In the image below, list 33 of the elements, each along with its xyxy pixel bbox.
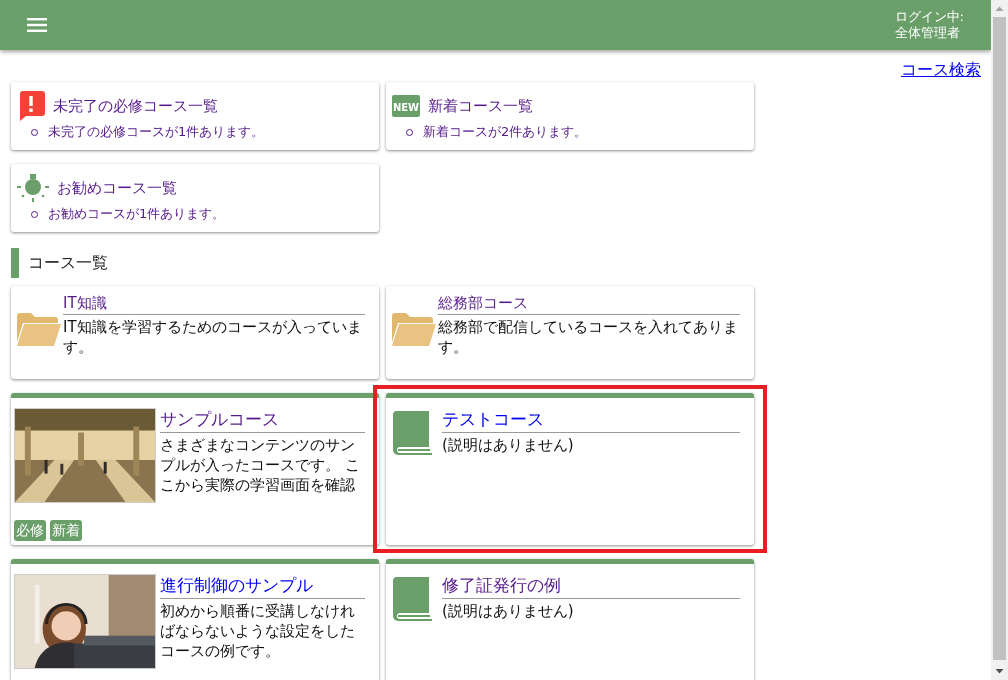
category-description: IT知識を学習するためのコースが入っています。: [63, 317, 363, 357]
course-title-link[interactable]: サンプルコース: [160, 408, 365, 433]
course-search-link[interactable]: コース検索: [901, 60, 981, 80]
course-title-link[interactable]: テストコース: [442, 408, 740, 433]
new-badge-icon: NEW: [392, 95, 420, 117]
course-description: (説明はありません): [442, 435, 575, 455]
course-title-link[interactable]: 修了証発行の例: [442, 574, 740, 599]
alert-icon: [17, 91, 45, 121]
book-icon: [392, 577, 432, 621]
login-label: ログイン中:: [894, 9, 964, 25]
notice-item-link[interactable]: お勧めコースが1件あります。: [48, 205, 226, 223]
folder-icon: [392, 312, 436, 346]
book-icon: [392, 411, 432, 455]
scrollbar[interactable]: [991, 0, 1008, 680]
folder-icon: [17, 312, 61, 346]
menu-icon[interactable]: [27, 17, 47, 33]
course-description: 初めから順番に受講しなければならないような設定をしたコースの例です。: [160, 601, 356, 661]
notice-title-link[interactable]: お勧めコース一覧: [57, 178, 177, 198]
user-name: 全体管理者: [894, 25, 961, 41]
category-description: 総務部で配信しているコースを入れてあります。: [438, 317, 739, 357]
tag-label: 必修: [14, 520, 46, 541]
category-title-link[interactable]: 総務部コース: [438, 294, 740, 315]
course-description: さまざまなコンテンツのサンプルが入ったコースです。 ここから実際の学習画面を確認: [160, 435, 361, 495]
section-heading: コース一覧: [11, 248, 108, 278]
notice-item-link[interactable]: 未完了の必修コースが1件あります。: [48, 123, 265, 141]
course-title-link[interactable]: 進行制御のサンプル: [160, 574, 365, 599]
notice-title-link[interactable]: 未完了の必修コース一覧: [53, 96, 218, 116]
course-description: (説明はありません): [442, 601, 575, 621]
tag-label: 新着: [50, 520, 82, 541]
notice-title-link[interactable]: 新着コース一覧: [428, 96, 533, 116]
category-title-link[interactable]: IT知識: [63, 294, 365, 315]
light-bulb-icon: [17, 174, 49, 202]
notice-item-link[interactable]: 新着コースが2件あります。: [423, 123, 588, 141]
